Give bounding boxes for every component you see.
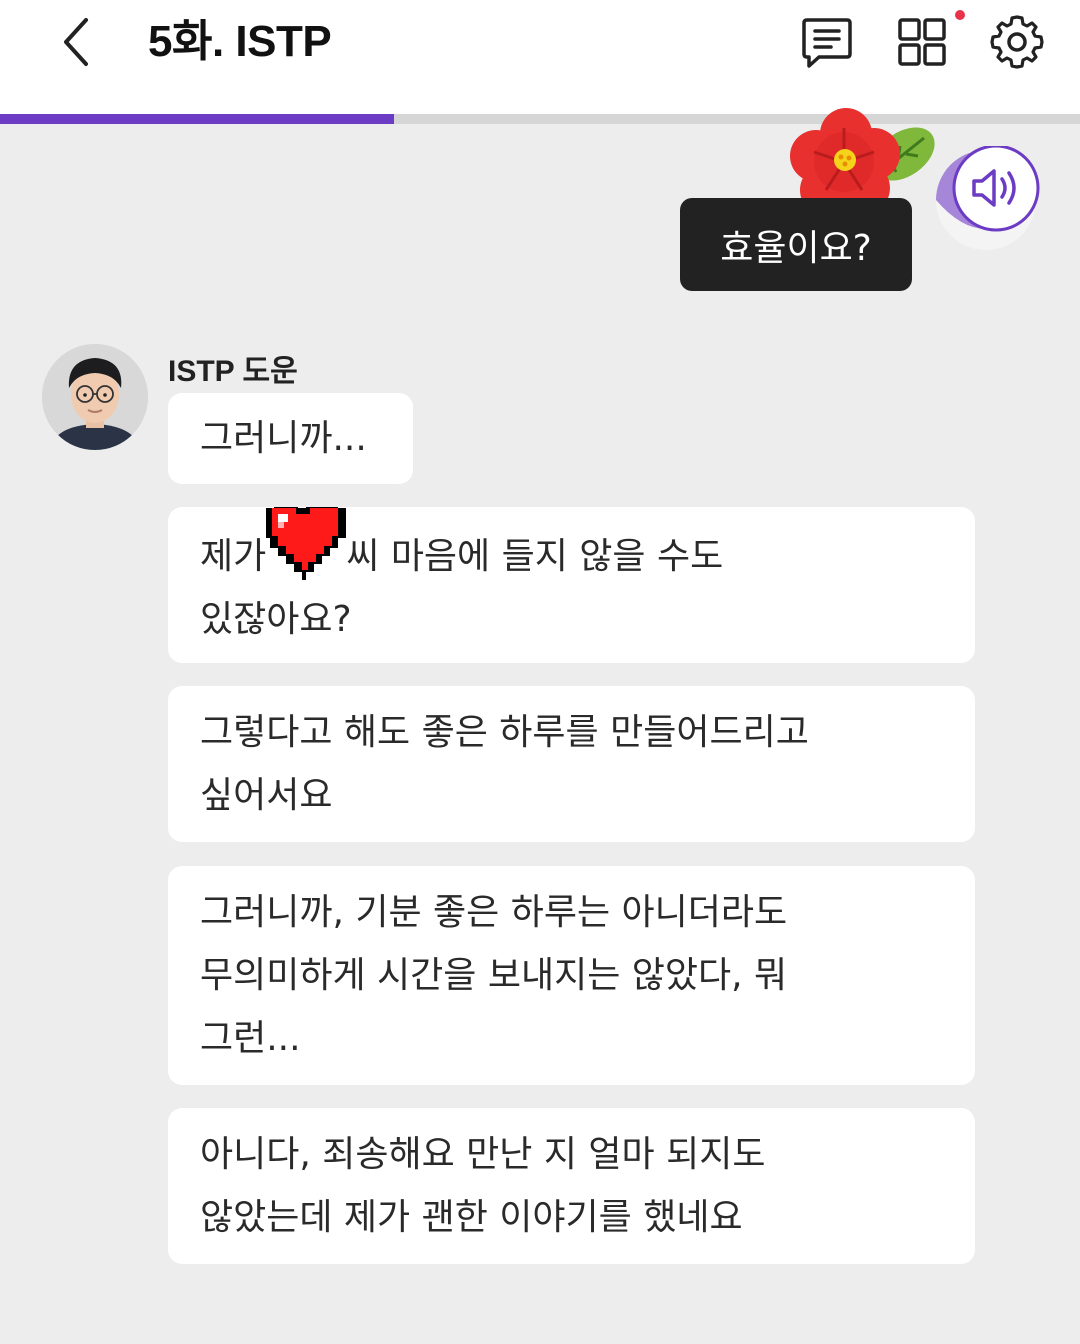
back-button[interactable] [48, 14, 104, 70]
grid-icon [898, 18, 946, 66]
message-text: 그러니까, 기분 좋은 하루는 아니더라도 [200, 892, 788, 933]
chat-transcript-icon [802, 18, 852, 68]
message-text-part: 씨 마음에 들지 않을 수도 [346, 536, 724, 577]
chat-bubble: 아니다, 죄송해요 만난 지 얼마 되지도 않았는데 제가 괜한 이야기를 했네… [168, 1108, 975, 1264]
message-text: 그렇다고 해도 좋은 하루를 만들어드리고 [200, 712, 809, 753]
message-text: 제가 씨 마음에 들지 않을 수도 [200, 507, 943, 588]
message-text: 아니다, 죄송해요 만난 지 얼마 되지도 [200, 1134, 766, 1175]
settings-button[interactable] [987, 12, 1047, 72]
message-text: 싶어서요 [200, 775, 333, 816]
page-title: 5화. ISTP [148, 17, 332, 66]
my-message-bubble: 효율이요? [680, 198, 912, 291]
message-text: 있잖아요? [200, 599, 352, 640]
message-text: 그런... [200, 1018, 301, 1059]
gear-icon [990, 15, 1044, 69]
avatar[interactable] [42, 344, 148, 450]
chevron-left-icon [64, 18, 88, 66]
script-button[interactable] [797, 12, 857, 72]
chat-bubble: 그러니까... [168, 393, 413, 484]
chat-bubble: 그렇다고 해도 좋은 하루를 만들어드리고 싶어서요 [168, 686, 975, 842]
pixel-heart-icon [266, 507, 347, 580]
chat-bubble: 제가 씨 마음에 들지 않을 수도 있잖아요? [168, 507, 975, 663]
episode-progress-fill [0, 114, 395, 124]
message-text: 그러니까... [200, 418, 367, 459]
episodes-button[interactable] [892, 12, 952, 72]
notification-dot [955, 10, 965, 20]
sender-name: ISTP 도운 [168, 355, 298, 388]
top-bar: 5화. ISTP [0, 0, 1080, 114]
sound-button[interactable] [932, 146, 1040, 254]
chat-bubble: 그러니까, 기분 좋은 하루는 아니더라도 무의미하게 시간을 보내지는 않았다… [168, 866, 975, 1085]
message-text: 않았는데 제가 괜한 이야기를 했네요 [200, 1197, 743, 1238]
message-text-part: 제가 [200, 536, 267, 577]
message-text: 무의미하게 시간을 보내지는 않았다, 뭐 [200, 955, 788, 996]
